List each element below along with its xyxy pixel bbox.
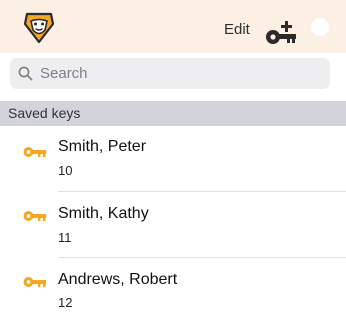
search-area: Search (0, 53, 346, 98)
key-icon (23, 211, 46, 221)
circle-toggle-icon[interactable] (311, 18, 329, 36)
section-title: Saved keys (8, 105, 81, 121)
key-number: 11 (58, 230, 72, 245)
section-header-saved-keys: Saved keys (0, 101, 346, 126)
search-placeholder: Search (40, 65, 88, 82)
key-icon (23, 147, 46, 157)
key-icon (23, 277, 46, 287)
key-name: Smith, Kathy (58, 205, 149, 222)
list-item[interactable]: Andrews, Robert 12 (0, 258, 346, 322)
search-input[interactable]: Search (10, 58, 330, 89)
edit-button[interactable]: Edit (224, 21, 250, 39)
key-name: Andrews, Robert (58, 271, 178, 288)
add-key-icon[interactable] (265, 20, 299, 46)
key-number: 12 (58, 295, 73, 310)
list-item[interactable]: Smith, Peter 10 (0, 126, 346, 190)
top-bar: Edit (0, 0, 346, 53)
list-item[interactable]: Smith, Kathy 11 (0, 192, 346, 256)
lion-logo-icon[interactable] (22, 10, 56, 44)
key-name: Smith, Peter (58, 138, 147, 155)
key-number: 10 (58, 163, 73, 178)
search-icon (18, 66, 33, 81)
